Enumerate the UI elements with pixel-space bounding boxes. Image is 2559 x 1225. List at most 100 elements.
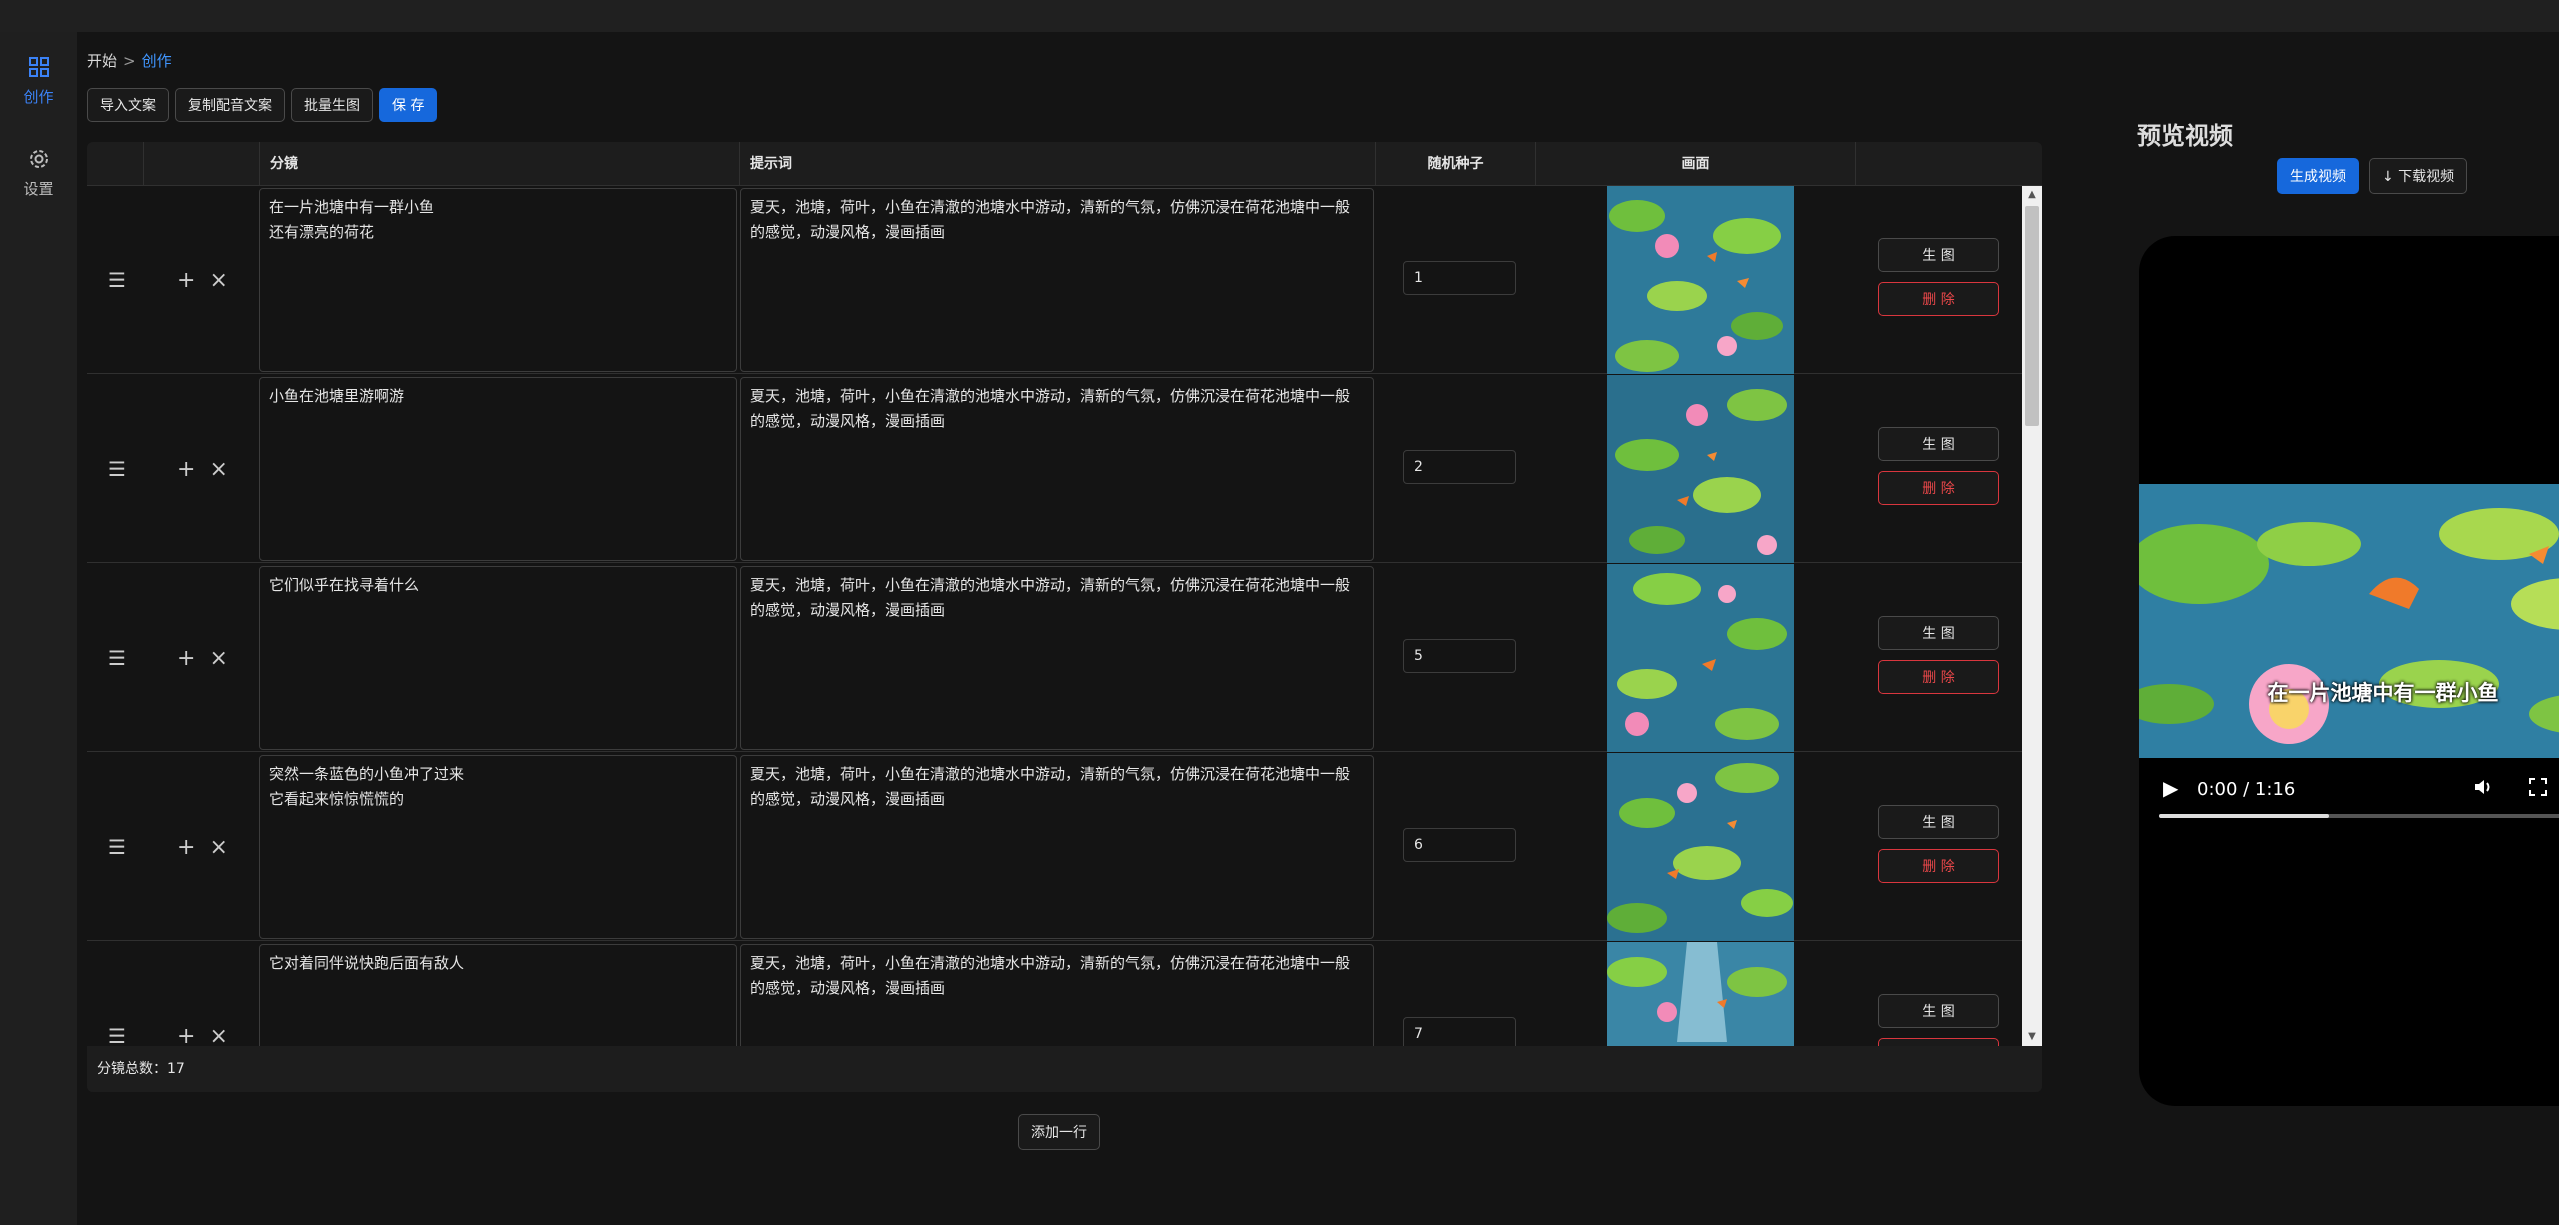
video-frame: 在一片池塘中有一群小鱼 — [2139, 484, 2559, 758]
shot-text-input[interactable]: 小鱼在池塘里游啊游 — [259, 377, 737, 561]
breadcrumb-home[interactable]: 开始 — [87, 52, 117, 70]
top-bar — [0, 0, 2559, 32]
table-row: ☰ + × 在一片池塘中有一群小鱼 还有漂亮的荷花 夏天，池塘，荷叶，小鱼在清澈… — [87, 186, 2022, 374]
remove-row-icon[interactable]: × — [209, 1024, 227, 1047]
drag-handle-icon[interactable]: ☰ — [97, 186, 137, 374]
remove-row-icon[interactable]: × — [209, 268, 227, 293]
scroll-down-icon[interactable]: ▼ — [2022, 1028, 2042, 1046]
generate-image-button[interactable]: 生 图 — [1878, 616, 1999, 650]
delete-row-button[interactable]: 删 除 — [1878, 1038, 1999, 1046]
generate-image-button[interactable]: 生 图 — [1878, 427, 1999, 461]
generate-image-button[interactable]: 生 图 — [1878, 805, 1999, 839]
video-time: 0:00 / 1:16 — [2197, 779, 2296, 800]
remove-row-icon[interactable]: × — [209, 835, 227, 860]
column-header-actions — [1855, 142, 2042, 186]
row-ops: + × — [177, 753, 228, 941]
shot-count: 分镜总数：17 — [87, 1046, 2042, 1092]
delete-row-button[interactable]: 删 除 — [1878, 849, 1999, 883]
table-row: ☰ + × 小鱼在池塘里游啊游 夏天，池塘，荷叶，小鱼在清澈的池塘水中游动，清新… — [87, 375, 2022, 563]
drag-handle-icon[interactable]: ☰ — [97, 375, 137, 563]
scroll-thumb[interactable] — [2025, 206, 2039, 426]
delete-row-button[interactable]: 删 除 — [1878, 282, 1999, 316]
prompt-text-input[interactable]: 夏天，池塘，荷叶，小鱼在清澈的池塘水中游动，清新的气氛，仿佛沉浸在荷花池塘中一般… — [740, 188, 1374, 372]
scene-image — [1607, 375, 1794, 563]
insert-row-icon[interactable]: + — [177, 457, 195, 482]
shot-text-input[interactable]: 突然一条蓝色的小鱼冲了过来 它看起来惊惊慌慌的 — [259, 755, 737, 939]
column-header-seed: 随机种子 — [1375, 142, 1535, 186]
sidebar: 创作 设置 — [0, 32, 77, 1225]
insert-row-icon[interactable]: + — [177, 835, 195, 860]
remove-row-icon[interactable]: × — [209, 457, 227, 482]
main-area: 开始 > 创作 导入文案 复制配音文案 批量生图 保 存 分镜 提示词 随机种子 画… — [77, 32, 2559, 1225]
shot-text-input[interactable]: 它们似乎在找寻着什么 — [259, 566, 737, 750]
seed-input[interactable]: 5 — [1403, 639, 1516, 673]
breadcrumb-separator: > — [123, 52, 136, 70]
save-button[interactable]: 保 存 — [379, 88, 438, 122]
insert-row-icon[interactable]: + — [177, 1024, 195, 1047]
remove-row-icon[interactable]: × — [209, 646, 227, 671]
row-ops: + × — [177, 375, 228, 563]
fullscreen-icon[interactable] — [2527, 776, 2549, 803]
table-body: ☰ + × 在一片池塘中有一群小鱼 还有漂亮的荷花 夏天，池塘，荷叶，小鱼在清澈… — [87, 186, 2022, 1046]
shot-text-input[interactable]: 在一片池塘中有一群小鱼 还有漂亮的荷花 — [259, 188, 737, 372]
video-progress-fill — [2159, 814, 2330, 818]
seed-input[interactable]: 7 — [1403, 1017, 1516, 1046]
generate-image-button[interactable]: 生 图 — [1878, 238, 1999, 272]
prompt-text-input[interactable]: 夏天，池塘，荷叶，小鱼在清澈的池塘水中游动，清新的气氛，仿佛沉浸在荷花池塘中一般… — [740, 566, 1374, 750]
sidebar-item-create[interactable]: 创作 — [0, 54, 77, 107]
delete-row-button[interactable]: 删 除 — [1878, 660, 1999, 694]
copy-voiceover-button[interactable]: 复制配音文案 — [175, 88, 285, 122]
prompt-text-input[interactable]: 夏天，池塘，荷叶，小鱼在清澈的池塘水中游动，清新的气氛，仿佛沉浸在荷花池塘中一般… — [740, 755, 1374, 939]
drag-handle-icon[interactable]: ☰ — [97, 753, 137, 941]
shot-text-input[interactable]: 它对着同伴说快跑后面有敌人 — [259, 944, 737, 1046]
row-buttons: 生 图 删 除 — [1878, 616, 1999, 694]
breadcrumb-current: 创作 — [141, 52, 172, 70]
preview-actions: 生成视频 ↓ 下载视频 — [2277, 158, 2468, 194]
row-buttons: 生 图 删 除 — [1878, 994, 1999, 1046]
batch-generate-button[interactable]: 批量生图 — [291, 88, 373, 122]
play-icon[interactable]: ▶ — [2163, 776, 2178, 800]
scene-image — [1607, 753, 1794, 941]
video-player[interactable]: 在一片池塘中有一群小鱼 ▶ 0:00 / 1:16 ⋮ — [2139, 236, 2559, 1106]
row-ops: + × — [177, 564, 228, 752]
scroll-up-icon[interactable]: ▲ — [2022, 186, 2042, 204]
column-header-prompt: 提示词 — [739, 142, 1375, 186]
sidebar-item-label: 设置 — [23, 180, 54, 198]
prompt-text-input[interactable]: 夏天，池塘，荷叶，小鱼在清澈的池塘水中游动，清新的气氛，仿佛沉浸在荷花池塘中一般… — [740, 377, 1374, 561]
video-subtitle: 在一片池塘中有一群小鱼 — [2267, 681, 2499, 705]
table-row: ☰ + × 它对着同伴说快跑后面有敌人 夏天，池塘，荷叶，小鱼在清澈的池塘水中游… — [87, 942, 2022, 1046]
drag-handle-icon[interactable]: ☰ — [97, 942, 137, 1046]
generate-video-button[interactable]: 生成视频 — [2277, 158, 2359, 194]
video-controls: ▶ 0:00 / 1:16 ⋮ — [2139, 766, 2559, 826]
delete-row-button[interactable]: 删 除 — [1878, 471, 1999, 505]
insert-row-icon[interactable]: + — [177, 646, 195, 671]
breadcrumb: 开始 > 创作 — [87, 50, 172, 71]
grid-icon — [28, 57, 49, 77]
scene-image — [1607, 186, 1794, 374]
import-script-button[interactable]: 导入文案 — [87, 88, 169, 122]
add-row-button[interactable]: 添加一行 — [1018, 1114, 1100, 1150]
storyboard-table: 分镜 提示词 随机种子 画面 ☰ + × 在一片池塘中有一群小鱼 还有漂亮的荷花… — [87, 142, 2042, 1092]
table-scrollbar[interactable]: ▲ ▼ — [2022, 186, 2042, 1046]
sidebar-item-settings[interactable]: 设置 — [0, 146, 77, 199]
row-buttons: 生 图 删 除 — [1878, 427, 1999, 505]
seed-input[interactable]: 2 — [1403, 450, 1516, 484]
row-ops: + × — [177, 186, 228, 374]
generate-image-button[interactable]: 生 图 — [1878, 994, 1999, 1028]
column-header-drag — [87, 142, 143, 186]
drag-handle-icon[interactable]: ☰ — [97, 564, 137, 752]
table-header: 分镜 提示词 随机种子 画面 — [87, 142, 2042, 186]
volume-icon[interactable] — [2472, 776, 2494, 803]
video-progress-bar[interactable] — [2159, 814, 2559, 818]
preview-title: 预览视频 — [2137, 122, 2233, 150]
row-buttons: 生 图 删 除 — [1878, 805, 1999, 883]
insert-row-icon[interactable]: + — [177, 268, 195, 293]
seed-input[interactable]: 6 — [1403, 828, 1516, 862]
scene-image — [1607, 564, 1794, 752]
sidebar-item-label: 创作 — [23, 88, 54, 106]
download-video-button[interactable]: ↓ 下载视频 — [2369, 158, 2468, 194]
prompt-text-input[interactable]: 夏天，池塘，荷叶，小鱼在清澈的池塘水中游动，清新的气氛，仿佛沉浸在荷花池塘中一般… — [740, 944, 1374, 1046]
row-buttons: 生 图 删 除 — [1878, 238, 1999, 316]
seed-input[interactable]: 1 — [1403, 261, 1516, 295]
scene-image — [1607, 942, 1794, 1046]
